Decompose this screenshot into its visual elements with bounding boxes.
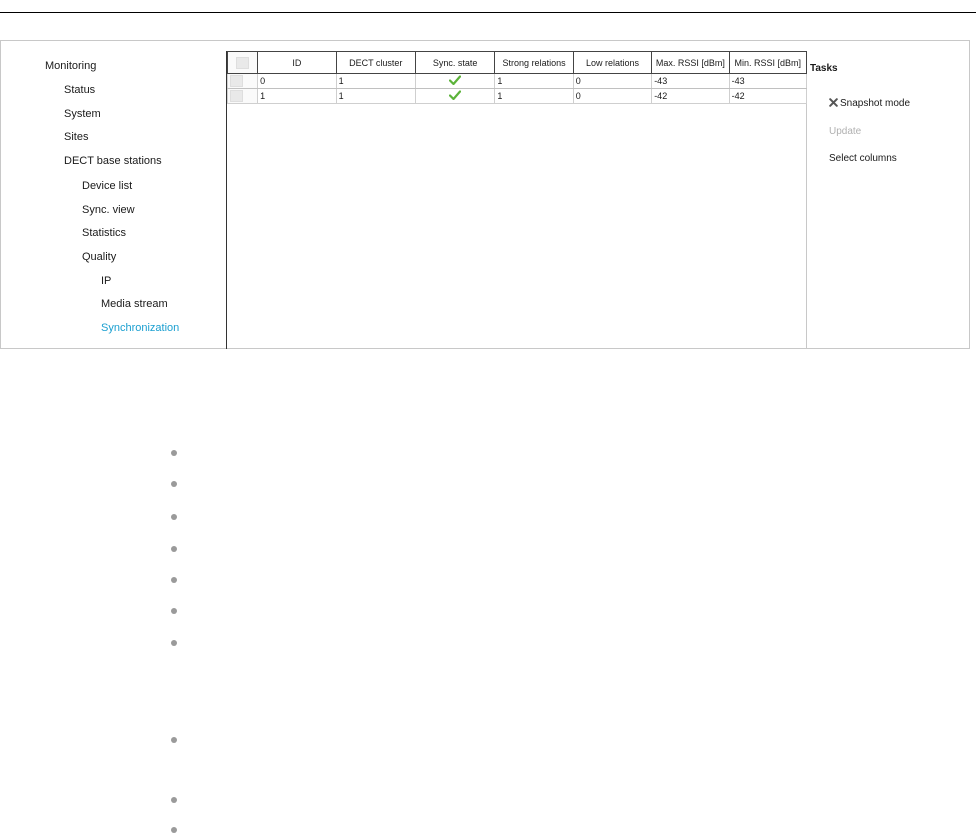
cell-min-rssi: -43 [728, 73, 808, 89]
table-row[interactable]: 1 1 1 0 -42 -42 [226, 88, 808, 104]
tasks-title: Tasks [810, 63, 838, 74]
column-header-id[interactable]: ID [257, 51, 337, 74]
select-all-checkbox[interactable] [236, 56, 250, 69]
nav-item-monitoring[interactable]: Monitoring [45, 60, 96, 73]
row-checkbox[interactable] [230, 75, 243, 87]
table-row[interactable]: 0 1 1 0 -43 -43 [226, 73, 808, 89]
bullet-dot [171, 514, 177, 520]
table-header-row: ID DECT cluster Sync. state Strong relat… [226, 51, 808, 74]
nav-item-ip[interactable]: IP [101, 275, 111, 288]
bullet-dot [171, 577, 177, 583]
nav-item-device-list[interactable]: Device list [82, 180, 132, 193]
bullet-dot [171, 546, 177, 552]
cell-max-rssi: -42 [651, 88, 730, 104]
cell-low-relations: 0 [572, 88, 653, 104]
row-select-cell[interactable] [226, 88, 259, 104]
bullet-dot [171, 608, 177, 614]
nav-item-dect-base-stations[interactable]: DECT base stations [64, 155, 162, 168]
synchronization-table: ID DECT cluster Sync. state Strong relat… [226, 51, 808, 104]
navigation-tree: Monitoring Status System Sites DECT base… [1, 41, 225, 348]
close-icon [829, 98, 838, 107]
cell-min-rssi: -42 [728, 88, 808, 104]
page-top-rule [0, 12, 976, 13]
column-header-dect-cluster[interactable]: DECT cluster [335, 51, 416, 74]
cell-strong-relations: 1 [494, 73, 574, 89]
check-icon [449, 90, 462, 100]
bullet-dot [171, 450, 177, 456]
nav-item-media-stream[interactable]: Media stream [101, 298, 168, 311]
check-icon [449, 75, 462, 85]
row-select-cell[interactable] [226, 73, 259, 89]
select-all-header[interactable] [226, 51, 259, 74]
nav-item-sites[interactable]: Sites [64, 131, 88, 144]
column-header-min-rssi[interactable]: Min. RSSI [dBm] [728, 51, 808, 74]
bullet-dot [171, 640, 177, 646]
nav-item-system[interactable]: System [64, 108, 101, 121]
cell-sync-state [414, 73, 496, 89]
nav-item-statistics[interactable]: Statistics [82, 227, 126, 240]
bullet-dot [171, 737, 177, 743]
nav-item-quality[interactable]: Quality [82, 251, 116, 264]
cell-strong-relations: 1 [494, 88, 574, 104]
bullet-dot [171, 481, 177, 487]
snapshot-mode-button[interactable]: Snapshot mode [829, 98, 910, 109]
column-header-sync-state[interactable]: Sync. state [414, 51, 496, 74]
snapshot-mode-label: Snapshot mode [840, 98, 911, 109]
cell-dect-cluster: 1 [335, 88, 416, 104]
tasks-panel: Tasks Snapshot mode Update Select column… [810, 41, 970, 348]
bullet-dot [171, 797, 177, 803]
synchronization-table-panel: ID DECT cluster Sync. state Strong relat… [226, 51, 808, 349]
select-columns-button[interactable]: Select columns [829, 153, 897, 164]
cell-dect-cluster: 1 [335, 73, 416, 89]
cell-id: 0 [257, 73, 337, 89]
row-checkbox[interactable] [230, 90, 243, 102]
nav-item-status[interactable]: Status [64, 84, 95, 97]
cell-sync-state [414, 88, 496, 104]
cell-low-relations: 0 [572, 73, 653, 89]
cell-max-rssi: -43 [651, 73, 730, 89]
nav-item-synchronization[interactable]: Synchronization [101, 322, 179, 335]
application-frame: Monitoring Status System Sites DECT base… [0, 40, 970, 349]
cell-id: 1 [257, 88, 337, 104]
update-button: Update [829, 126, 862, 137]
column-header-low-relations[interactable]: Low relations [572, 51, 653, 74]
column-header-max-rssi[interactable]: Max. RSSI [dBm] [651, 51, 730, 74]
column-header-strong-relations[interactable]: Strong relations [494, 51, 574, 74]
bullet-dot [171, 827, 177, 833]
nav-item-sync-view[interactable]: Sync. view [82, 204, 135, 217]
